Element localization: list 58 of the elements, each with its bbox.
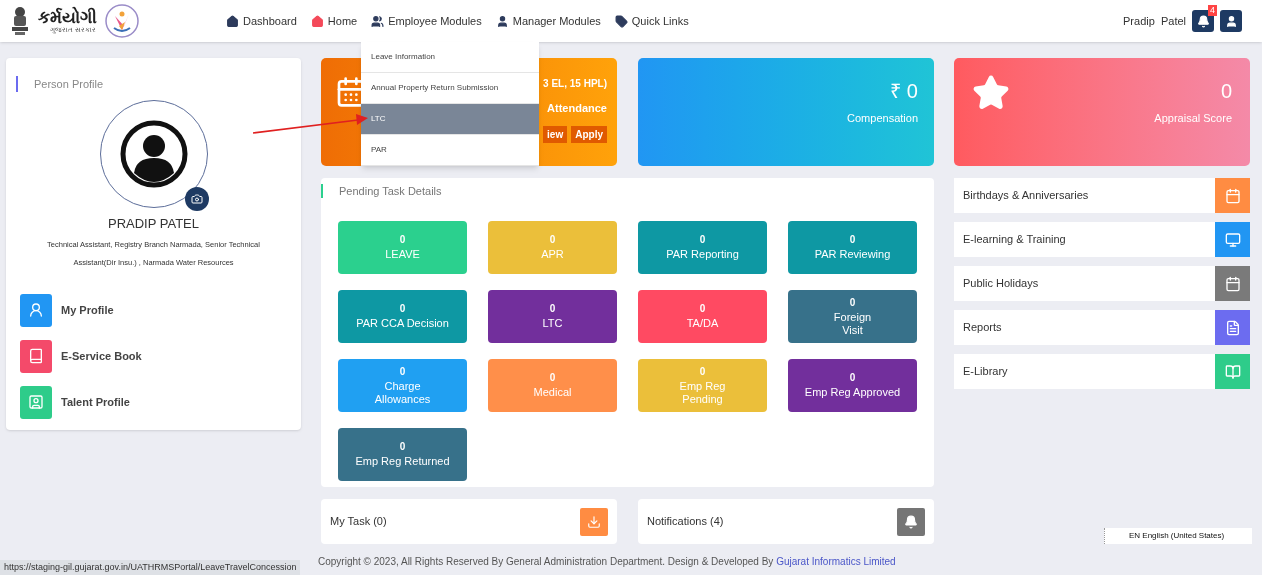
- dropdown-item[interactable]: Leave Information: [361, 42, 539, 73]
- bell-icon: [904, 514, 918, 529]
- nav-link[interactable]: Dashboard: [226, 12, 297, 30]
- notification-count: 4: [1208, 5, 1217, 16]
- task-tile[interactable]: 0 Emp Reg Returned: [338, 428, 467, 481]
- home-icon: [226, 14, 239, 28]
- dropdown-item[interactable]: LTC: [361, 104, 539, 135]
- logo-text: કર્મયોગી: [38, 9, 97, 26]
- task-tile[interactable]: 0 Emp Reg Approved: [788, 359, 917, 412]
- nav-link[interactable]: Manager Modules: [495, 12, 601, 30]
- profile-link[interactable]: My Profile: [20, 293, 287, 327]
- camera-button[interactable]: [184, 187, 209, 211]
- profile-name: PRADIP PATEL: [106, 215, 200, 233]
- compensation-value: ₹ 0: [890, 79, 918, 104]
- nav-link[interactable]: Employee Modules: [371, 12, 482, 30]
- profile-link[interactable]: Talent Profile: [20, 385, 287, 419]
- dropdown-item[interactable]: Annual Property Return Submission: [361, 73, 539, 104]
- emblem-icon: [10, 6, 30, 36]
- side-link[interactable]: Birthdays & Anniversaries: [954, 178, 1250, 213]
- side-link[interactable]: Reports: [954, 310, 1250, 345]
- language-indicator: EN English (United States): [1104, 528, 1253, 544]
- account-button[interactable]: [1220, 10, 1242, 32]
- bell-icon: [1196, 14, 1210, 28]
- appraisal-value: 0: [1220, 79, 1232, 104]
- logo-seal-icon: [105, 4, 139, 38]
- leave-action-button[interactable]: Apply: [571, 125, 607, 143]
- status-url: https://staging-gil.gujarat.gov.in/UATHRMSPortal/LeaveTravelConcession: [0, 559, 301, 575]
- leave-action-button[interactable]: iew: [543, 125, 568, 143]
- nav-link[interactable]: Quick Links: [614, 12, 689, 30]
- my-task-label: My Task (0): [330, 514, 387, 530]
- side-link[interactable]: E-learning & Training: [954, 222, 1250, 257]
- dropdown-item[interactable]: PAR: [361, 135, 539, 166]
- side-link[interactable]: E-Library: [954, 354, 1250, 389]
- bell-button[interactable]: [897, 507, 925, 536]
- footer-text: Copyright © 2023, All Rights Reserved By General Administration Department. Design & Developed By Gujarat Informatics Limited: [318, 555, 897, 569]
- card-title: Person Profile: [34, 76, 104, 92]
- user-icon: [1224, 14, 1238, 28]
- nav-link[interactable]: Home: [310, 12, 358, 30]
- appraisal-label: Appraisal Score: [1154, 111, 1232, 126]
- users-icon: [371, 14, 385, 28]
- star-icon: [972, 74, 1010, 112]
- tag-icon: [614, 14, 628, 28]
- leave-balance: 3 EL, 15 HPL): [543, 77, 607, 91]
- camera-icon: [190, 193, 203, 205]
- avatar-icon: [118, 119, 189, 189]
- compensation-label: Compensation: [847, 111, 918, 126]
- download-icon: [587, 514, 601, 529]
- notifications-label: Notifications (4): [647, 514, 724, 530]
- home-icon: [310, 14, 324, 28]
- task-tile[interactable]: 0 Foreign Visit: [788, 290, 917, 343]
- attendance-label: Attendance: [547, 101, 607, 116]
- user-name: Pradip Patel: [1123, 13, 1186, 29]
- panel-title: Pending Task Details: [339, 183, 442, 199]
- task-tile[interactable]: 0 LTC: [488, 290, 617, 343]
- side-link[interactable]: Public Holidays: [954, 266, 1250, 301]
- footer-link[interactable]: Gujarat Informatics Limited: [776, 556, 896, 567]
- user-icon: [495, 14, 509, 28]
- profile-link[interactable]: E-Service Book: [20, 339, 287, 373]
